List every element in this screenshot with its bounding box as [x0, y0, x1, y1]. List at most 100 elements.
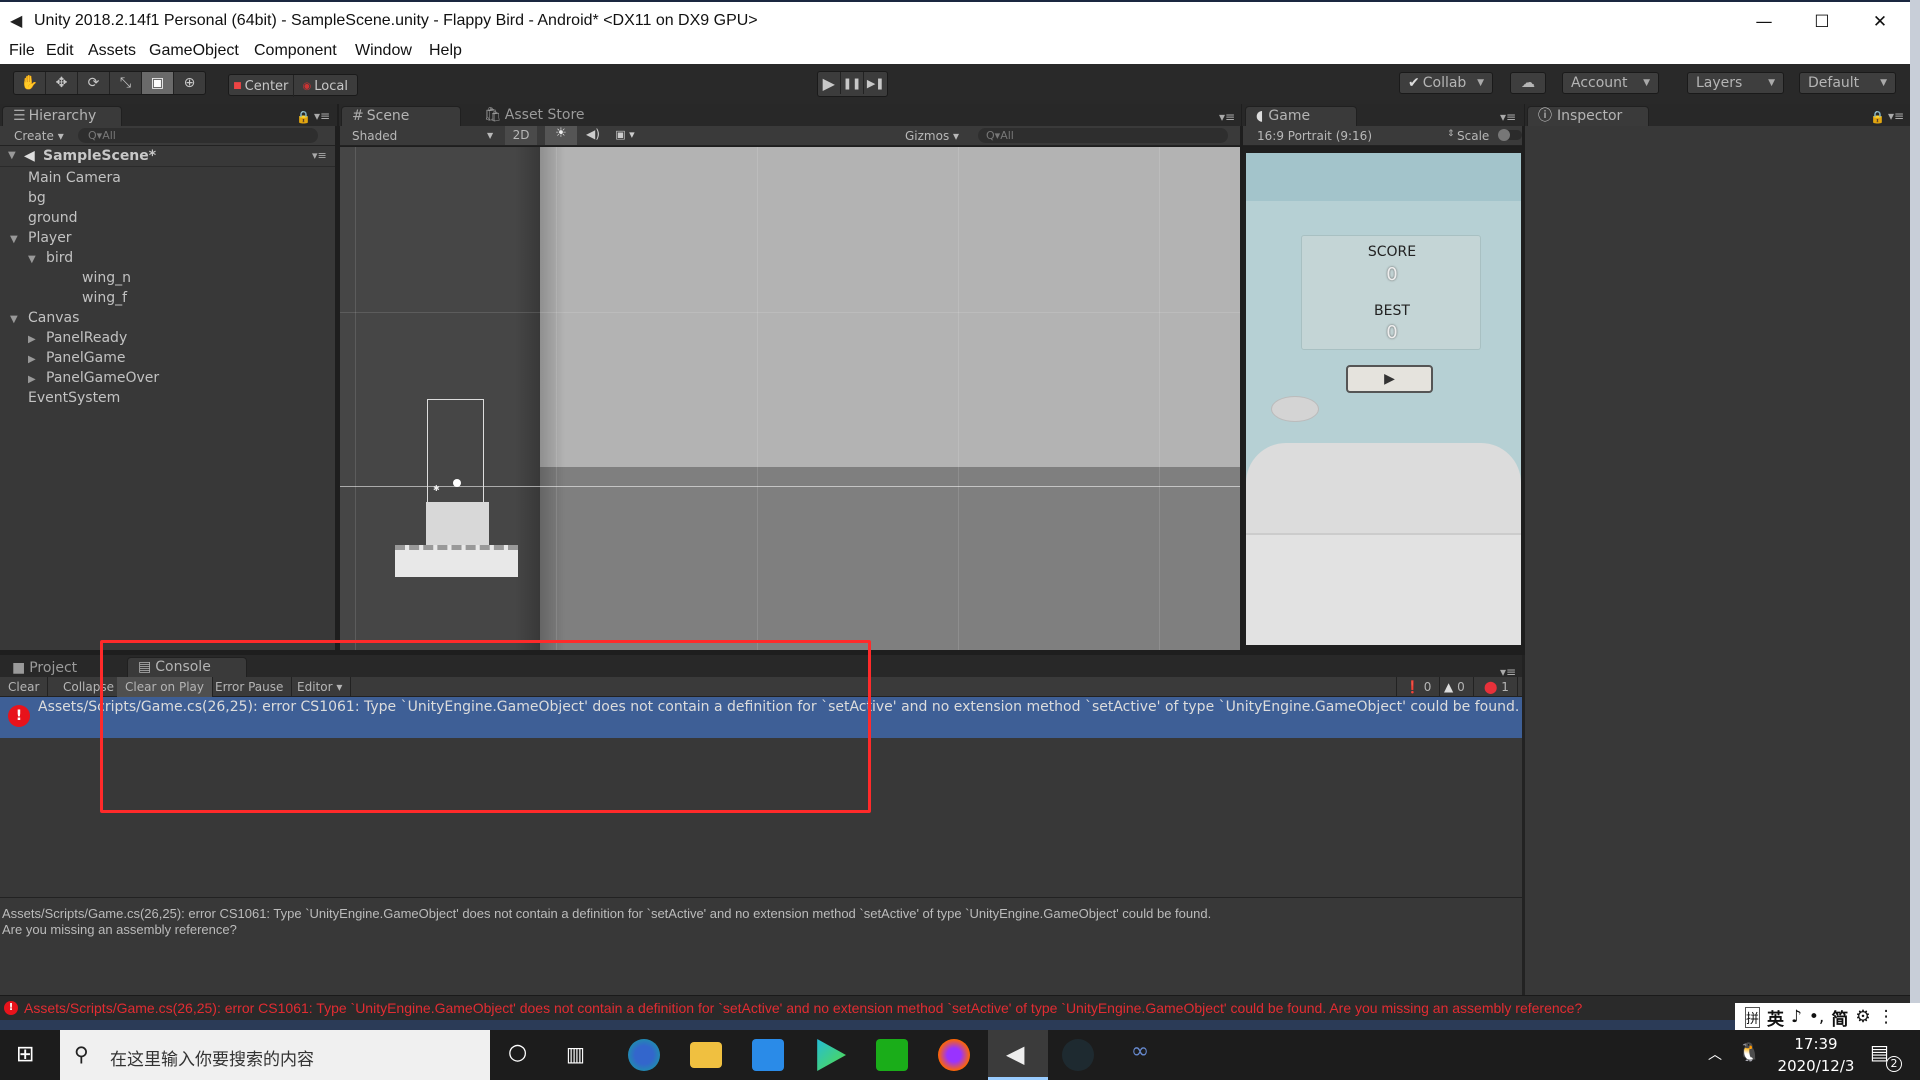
- close-button[interactable]: ✕: [1851, 4, 1909, 40]
- cortana-icon[interactable]: ○: [508, 1040, 527, 1065]
- shading-dropdown[interactable]: Shaded ▼: [352, 129, 493, 143]
- menu-edit[interactable]: Edit: [46, 42, 74, 60]
- panel-menu-icon[interactable]: ▾≡: [314, 109, 330, 123]
- ime-simplified-icon[interactable]: 简: [1831, 1005, 1848, 1030]
- mail-icon[interactable]: [752, 1039, 784, 1071]
- layers-dropdown[interactable]: Layers ▼: [1687, 72, 1784, 94]
- unity-hub-icon[interactable]: [1062, 1039, 1094, 1071]
- maximize-button[interactable]: ☐: [1793, 4, 1851, 40]
- clear-on-play-toggle[interactable]: Clear on Play: [117, 677, 213, 697]
- hierarchy-search-input[interactable]: Q▾All: [78, 128, 318, 143]
- hand-tool-icon[interactable]: ✋: [14, 72, 46, 94]
- panel-menu-icon[interactable]: ▾≡: [1219, 110, 1235, 124]
- ime-punct-icon[interactable]: •,: [1809, 1007, 1824, 1027]
- hierarchy-item[interactable]: ▶ PanelGame: [28, 348, 125, 368]
- unity-taskbar-button[interactable]: ◀: [988, 1030, 1048, 1080]
- menu-window[interactable]: Window: [355, 42, 412, 60]
- hierarchy-item[interactable]: ▼ Player: [10, 228, 72, 248]
- hierarchy-item[interactable]: ▶ PanelReady: [28, 328, 127, 348]
- scale-slider[interactable]: [1498, 129, 1522, 141]
- media-player-icon[interactable]: [817, 1039, 846, 1071]
- rect-tool-icon[interactable]: ▣: [142, 72, 174, 94]
- clock-date[interactable]: 2020/12/3: [1770, 1057, 1862, 1075]
- cloud-button[interactable]: ☁: [1510, 72, 1546, 94]
- tab-project[interactable]: ■ Project: [2, 659, 112, 679]
- menu-component[interactable]: Component: [254, 42, 337, 60]
- tab-game[interactable]: ◖ Game: [1245, 106, 1357, 126]
- panel-menu-icon[interactable]: ▾≡: [1500, 110, 1516, 124]
- windows-start-icon[interactable]: ⊞: [16, 1042, 34, 1067]
- tab-console[interactable]: ▤ Console: [127, 657, 247, 677]
- menu-gameobject[interactable]: GameObject: [149, 42, 239, 60]
- firefox-icon[interactable]: [938, 1039, 970, 1071]
- error-filter-toggle[interactable]: ⬤ 1: [1476, 677, 1518, 697]
- expand-arrow-icon[interactable]: ▶: [28, 330, 42, 350]
- space-local-button[interactable]: ◉ Local: [294, 75, 358, 97]
- slider-thumb[interactable]: [1498, 129, 1510, 141]
- info-filter-toggle[interactable]: ❗ 0: [1396, 677, 1441, 697]
- expand-arrow-icon[interactable]: ▶: [28, 370, 42, 390]
- play-button[interactable]: ▶: [818, 72, 841, 94]
- move-tool-icon[interactable]: ✥: [46, 72, 78, 94]
- play-game-button[interactable]: ▶: [1346, 365, 1433, 393]
- status-bar[interactable]: ! Assets/Scripts/Game.cs(26,25): error C…: [0, 995, 1910, 1020]
- file-explorer-icon[interactable]: [690, 1042, 722, 1068]
- layout-dropdown[interactable]: Default ▼: [1799, 72, 1896, 94]
- taskbar-search-input[interactable]: ⚲ 在这里输入你要搜索的内容: [60, 1030, 490, 1080]
- warning-filter-toggle[interactable]: ▲ 0: [1436, 677, 1474, 697]
- hierarchy-item[interactable]: bg: [10, 188, 46, 208]
- tab-asset-store[interactable]: 🛍 Asset Store: [474, 106, 594, 126]
- collab-dropdown[interactable]: ✔ Collab ▼: [1399, 72, 1493, 94]
- tray-expand-icon[interactable]: ︿: [1708, 1044, 1722, 1064]
- expand-arrow-icon[interactable]: ▼: [10, 310, 24, 330]
- splitter[interactable]: [0, 897, 1522, 898]
- hierarchy-item[interactable]: Main Camera: [10, 168, 121, 188]
- aspect-dropdown[interactable]: 16:9 Portrait (9:16) ⇕: [1257, 129, 1455, 143]
- error-pause-toggle[interactable]: Error Pause: [207, 677, 293, 697]
- scene-viewport[interactable]: ✱: [340, 147, 1240, 650]
- wechat-icon[interactable]: [876, 1039, 908, 1071]
- effects-toggle-icon[interactable]: ▣ ▾: [610, 128, 640, 141]
- hierarchy-item[interactable]: wing_n: [64, 268, 131, 288]
- scene-menu-icon[interactable]: ▾≡: [312, 149, 327, 162]
- menu-assets[interactable]: Assets: [88, 42, 136, 60]
- scale-tool-icon[interactable]: ⤡: [110, 72, 142, 94]
- ime-english-icon[interactable]: 英: [1767, 1005, 1784, 1030]
- step-button[interactable]: ▶❚: [864, 72, 887, 94]
- clear-button[interactable]: Clear: [0, 677, 49, 697]
- expand-arrow-icon[interactable]: ▼: [28, 250, 42, 270]
- lock-icon[interactable]: 🔒: [296, 110, 311, 124]
- expand-arrow-icon[interactable]: ▶: [28, 350, 42, 370]
- visual-studio-icon[interactable]: ∞: [1124, 1039, 1156, 1071]
- ground-sprite[interactable]: [395, 545, 518, 577]
- game-screen[interactable]: SCORE 0 BEST 0 ▶: [1246, 153, 1521, 645]
- bird-sprite[interactable]: [453, 479, 461, 487]
- lock-icon[interactable]: 🔒: [1870, 110, 1885, 124]
- hierarchy-item[interactable]: ▼ Canvas: [10, 308, 79, 328]
- pause-button[interactable]: ❚❚: [841, 72, 865, 94]
- hierarchy-item[interactable]: EventSystem: [10, 388, 120, 408]
- create-dropdown[interactable]: Create ▾: [14, 129, 64, 143]
- task-view-icon[interactable]: ▥: [566, 1042, 585, 1066]
- scene-search-input[interactable]: Q▾All: [978, 128, 1228, 143]
- expand-arrow-icon[interactable]: ▼: [8, 150, 16, 161]
- account-dropdown[interactable]: Account ▼: [1562, 72, 1659, 94]
- ime-settings-icon[interactable]: ⚙: [1855, 1007, 1870, 1027]
- ime-more-icon[interactable]: ⋮: [1878, 1007, 1895, 1027]
- edge-icon[interactable]: [628, 1039, 660, 1071]
- hierarchy-item[interactable]: ground: [10, 208, 78, 228]
- panel-menu-icon[interactable]: ▾≡: [1888, 109, 1904, 123]
- tab-scene[interactable]: # Scene: [341, 106, 461, 126]
- ime-moon-icon[interactable]: ♪: [1791, 1007, 1802, 1027]
- lighting-toggle-icon[interactable]: ☀: [545, 126, 577, 145]
- tab-hierarchy[interactable]: ☰ Hierarchy: [2, 106, 122, 126]
- transform-tool-icon[interactable]: ⊕: [174, 72, 205, 94]
- expand-arrow-icon[interactable]: ▼: [10, 230, 24, 250]
- pivot-center-button[interactable]: ■ Center: [229, 75, 294, 97]
- minimize-button[interactable]: —: [1735, 4, 1793, 40]
- audio-toggle-icon[interactable]: ◀): [578, 127, 608, 141]
- qq-icon[interactable]: 🐧: [1738, 1042, 1760, 1063]
- 2d-toggle[interactable]: 2D: [505, 126, 537, 145]
- menu-file[interactable]: File: [9, 42, 35, 60]
- scene-header[interactable]: ▼ ◀ SampleScene* ▾≡: [0, 147, 335, 167]
